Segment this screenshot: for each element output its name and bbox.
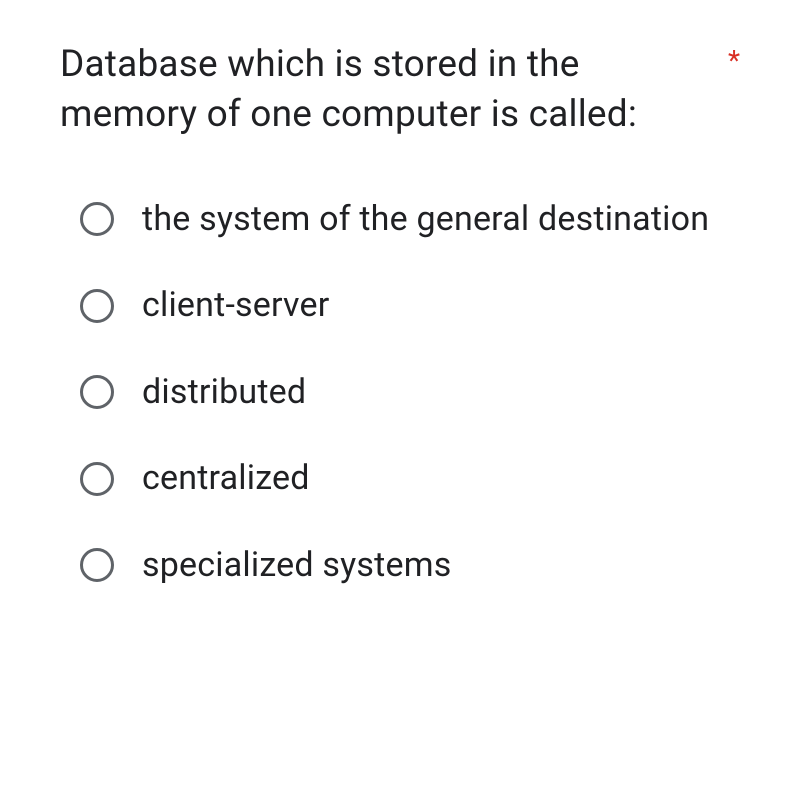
option-label: distributed xyxy=(142,371,306,414)
options-list: the system of the general destination cl… xyxy=(60,198,740,587)
option-item-2[interactable]: distributed xyxy=(80,371,740,414)
option-item-0[interactable]: the system of the general destination xyxy=(80,198,740,241)
question-container: Database which is stored in the memory o… xyxy=(60,40,740,586)
option-item-1[interactable]: client-server xyxy=(80,284,740,327)
question-header: Database which is stored in the memory o… xyxy=(60,40,740,140)
option-item-3[interactable]: centralized xyxy=(80,457,740,500)
option-label: specialized systems xyxy=(142,544,452,587)
option-item-4[interactable]: specialized systems xyxy=(80,544,740,587)
option-label: client-server xyxy=(142,284,329,327)
radio-unchecked-icon xyxy=(80,548,114,582)
radio-unchecked-icon xyxy=(80,202,114,236)
question-text: Database which is stored in the memory o… xyxy=(60,40,708,140)
required-asterisk-icon: * xyxy=(728,44,740,77)
option-label: centralized xyxy=(142,457,310,500)
radio-unchecked-icon xyxy=(80,289,114,323)
option-label: the system of the general destination xyxy=(142,198,709,241)
radio-unchecked-icon xyxy=(80,375,114,409)
radio-unchecked-icon xyxy=(80,462,114,496)
